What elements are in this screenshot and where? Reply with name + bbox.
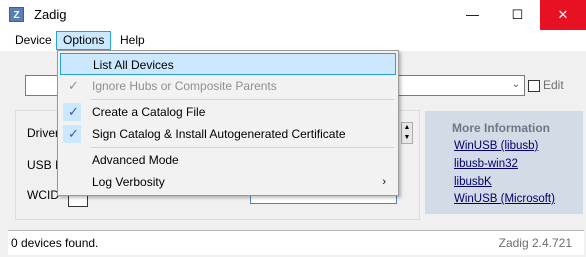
menu-item-advanced-mode[interactable]: Advanced Mode xyxy=(60,149,396,171)
menu-item-label: Sign Catalog & Install Autogenerated Cer… xyxy=(92,127,346,141)
wcid-label: WCID xyxy=(27,188,59,202)
window-title: Zadig xyxy=(34,7,67,22)
menu-item-list-all-devices[interactable]: List All Devices xyxy=(60,53,396,75)
menu-item-label: Log Verbosity xyxy=(92,175,165,189)
close-button[interactable]: ✕ xyxy=(540,0,586,30)
title-bar: Z Zadig — ☐ ✕ xyxy=(0,0,586,30)
menu-options[interactable]: Options xyxy=(56,31,112,50)
menu-separator xyxy=(90,147,394,148)
status-bar: 0 devices found. Zadig 2.4.721 xyxy=(8,230,584,255)
driver-spin-control[interactable]: ▲ ▼ xyxy=(401,122,413,144)
menu-separator xyxy=(90,99,394,100)
menu-item-create-catalog[interactable]: ✓ Create a Catalog File xyxy=(60,101,396,123)
maximize-button[interactable]: ☐ xyxy=(495,0,540,30)
zadig-window: Z Zadig — ☐ ✕ Device Options Help ⌄ Edit… xyxy=(0,0,586,257)
menu-item-ignore-hubs[interactable]: ✓ Ignore Hubs or Composite Parents xyxy=(60,75,396,97)
menu-bar: Device Options Help xyxy=(0,30,586,51)
minimize-button[interactable]: — xyxy=(450,0,495,30)
menu-device[interactable]: Device xyxy=(9,32,58,49)
link-libusb-win32[interactable]: libusb-win32 xyxy=(454,158,518,170)
check-icon: ✓ xyxy=(68,78,79,93)
options-menu: List All Devices ✓ Ignore Hubs or Compos… xyxy=(57,50,399,196)
check-icon: ✓ xyxy=(68,104,79,119)
zadig-app-icon: Z xyxy=(9,7,24,22)
menu-item-log-verbosity[interactable]: Log Verbosity › xyxy=(60,171,396,193)
chevron-down-icon[interactable]: ⌄ xyxy=(512,79,520,90)
more-information-title: More Information xyxy=(452,121,550,135)
menu-item-label: Advanced Mode xyxy=(92,153,179,167)
check-icon: ✓ xyxy=(68,126,79,141)
menu-item-label: List All Devices xyxy=(93,58,174,72)
submenu-arrow-icon: › xyxy=(382,176,386,188)
menu-item-sign-catalog[interactable]: ✓ Sign Catalog & Install Autogenerated C… xyxy=(60,123,396,145)
status-text: 0 devices found. xyxy=(11,236,99,250)
link-winusb-libusb[interactable]: WinUSB (libusb) xyxy=(454,140,538,152)
edit-label: Edit xyxy=(543,78,564,92)
menu-help[interactable]: Help xyxy=(114,32,151,49)
link-winusb-microsoft[interactable]: WinUSB (Microsoft) xyxy=(454,193,555,205)
edit-checkbox[interactable] xyxy=(528,80,540,92)
version-label: Zadig 2.4.721 xyxy=(498,236,572,250)
menu-item-label: Ignore Hubs or Composite Parents xyxy=(92,79,277,93)
link-libusbk[interactable]: libusbK xyxy=(454,176,492,188)
menu-item-label: Create a Catalog File xyxy=(92,105,206,119)
driver-label: Driver xyxy=(27,126,59,140)
